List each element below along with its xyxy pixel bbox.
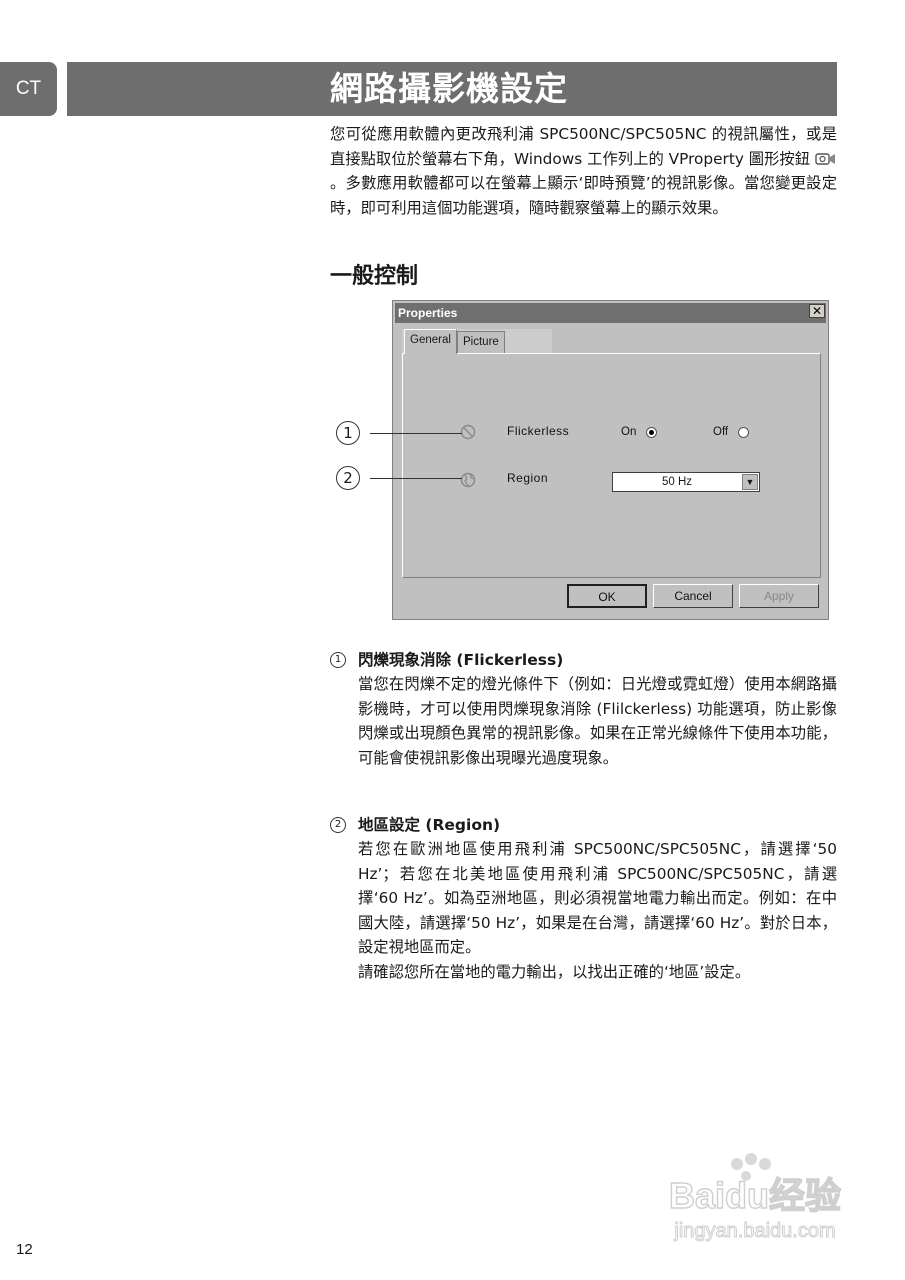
flicker-on-radio[interactable] [646, 427, 657, 438]
dialog-title: Properties [398, 306, 458, 320]
tab-picture[interactable]: Picture [457, 331, 505, 353]
section-title: 一般控制 [330, 264, 419, 289]
flicker-on-label: On [621, 426, 637, 438]
page-title: 網路攝影機設定 [330, 69, 568, 108]
region-select[interactable]: 50 Hz ▼ [612, 472, 760, 492]
flicker-icon [460, 424, 476, 440]
dialog-titlebar: Properties [395, 303, 826, 323]
intro-text-part2: 。多數應用軟體都可以在螢幕上顯示‘即時預覽’的視訊影像。當您變更設定時，即可利用… [330, 174, 837, 217]
item-2-body-note: 請確認您所在當地的電力輸出，以找出正確的‘地區’設定。 [358, 962, 751, 981]
chevron-down-icon[interactable]: ▼ [742, 474, 758, 490]
watermark-brand: Baidu经验 [669, 1175, 841, 1216]
item-2-body-block: 若您在歐洲地區使用飛利浦 SPC500NC/SPC505NC，請選擇‘50 Hz… [358, 837, 837, 984]
page-number: 12 [16, 1241, 33, 1258]
globe-icon [460, 472, 476, 488]
tab-general[interactable]: General [404, 329, 457, 354]
callout-2: 2 [336, 466, 360, 490]
watermark-url: jingyan.baidu.com [673, 1220, 835, 1242]
vproperty-icon [815, 152, 835, 165]
intro-text-part1: 您可從應用軟體內更改飛利浦 SPC500NC/SPC505NC 的視訊屬性，或是… [330, 125, 837, 168]
close-button[interactable]: ✕ [809, 304, 825, 318]
region-select-value: 50 Hz [661, 476, 693, 488]
item-2-body: 若您在歐洲地區使用飛利浦 SPC500NC/SPC505NC，請選擇‘50 Hz… [358, 840, 837, 956]
general-panel [402, 353, 821, 578]
item-1-title: 閃爍現象消除 (Flickerless) [358, 651, 564, 669]
callout-1: 1 [336, 421, 360, 445]
properties-dialog: Properties ✕ General Picture Flickerless… [392, 300, 829, 620]
flicker-off-label: Off [713, 426, 729, 438]
language-tab: CT [0, 62, 57, 116]
item-2-title: 地區設定 (Region) [358, 816, 501, 834]
baidu-watermark: Baidu经验 jingyan.baidu.com [668, 1153, 842, 1243]
flicker-off-radio[interactable] [738, 427, 749, 438]
callout-1-line [370, 433, 462, 434]
ok-button[interactable]: OK [567, 584, 647, 608]
flickerless-label: Flickerless [507, 424, 570, 438]
intro-paragraph: 您可從應用軟體內更改飛利浦 SPC500NC/SPC505NC 的視訊屬性，或是… [330, 122, 837, 220]
region-label: Region [507, 471, 549, 485]
callout-2-line [370, 478, 462, 479]
item-2-number: 2 [330, 817, 346, 833]
apply-button[interactable]: Apply [739, 584, 819, 608]
cancel-button[interactable]: Cancel [653, 584, 733, 608]
item-1-number: 1 [330, 652, 346, 668]
close-icon: ✕ [811, 304, 823, 318]
item-1-body: 當您在閃爍不定的燈光條件下（例如：日光燈或霓虹燈）使用本網路攝影機時，才可以使用… [358, 675, 837, 767]
